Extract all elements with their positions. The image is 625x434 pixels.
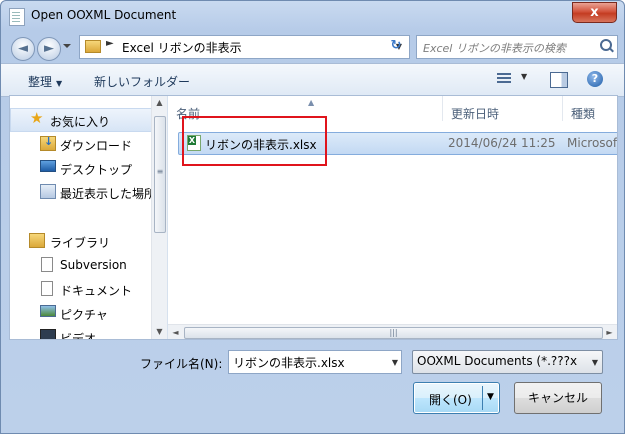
column-header-modified[interactable]: 更新日時 <box>443 96 563 121</box>
sidebar-item-label: ピクチャ <box>60 308 108 322</box>
filename-value[interactable]: リボンの非表示.xlsx <box>233 354 345 371</box>
title-bar: Open OOXML Document x <box>1 1 624 31</box>
close-button[interactable]: x <box>572 2 617 23</box>
video-icon <box>40 329 56 339</box>
file-list-horizontal-scrollbar[interactable]: ◄ ||| ► <box>168 324 617 339</box>
column-header-name[interactable]: 名前 ▲ <box>168 96 443 121</box>
sidebar-item-recent-places[interactable]: 最近表示した場所 <box>10 181 156 203</box>
scroll-left-arrow-icon[interactable]: ◄ <box>168 325 183 339</box>
filename-label: ファイル名(N): <box>140 357 223 371</box>
scrollbar-thumb[interactable]: ||| <box>184 327 603 339</box>
document-icon <box>41 257 53 272</box>
sidebar-item-label: Subversion <box>60 258 127 272</box>
desktop-icon <box>40 160 56 172</box>
sidebar-item-subversion[interactable]: Subversion <box>10 254 150 276</box>
breadcrumb-chevron-icon[interactable]: ► <box>106 38 114 49</box>
search-placeholder[interactable]: Excel リボンの非表示の検索 <box>423 40 566 56</box>
sidebar-item-documents[interactable]: ドキュメント <box>10 278 150 300</box>
navigation-pane: ★ お気に入り ダウンロード デスクトップ 最近表示した場所 ライブラリ <box>10 96 168 339</box>
open-options-chevron-icon[interactable]: ▼ <box>487 392 494 402</box>
file-type-value: OOXML Documents (*.???x; <box>417 354 577 368</box>
column-header-type[interactable]: 種類 <box>563 96 617 121</box>
organize-label: 整理 <box>28 75 53 89</box>
open-dialog-window: Open OOXML Document x ◄ ► ► Excel リボンの非表… <box>0 0 625 434</box>
help-icon[interactable]: ? <box>587 71 603 87</box>
star-icon: ★ <box>30 109 44 127</box>
new-folder-button[interactable]: 新しいフォルダー <box>94 73 190 90</box>
scroll-right-arrow-icon[interactable]: ► <box>602 325 617 339</box>
sidebar-item-label: デスクトップ <box>60 163 133 177</box>
dialog-footer: ファイル名(N): リボンの非表示.xlsx ▼ OOXML Documents… <box>1 339 624 433</box>
change-view-icon[interactable] <box>497 73 511 85</box>
dialog-document-icon <box>9 8 25 26</box>
sidebar-item-label: ライブラリ <box>50 236 111 250</box>
sidebar-item-videos[interactable]: ビデオ <box>10 326 150 339</box>
view-options-chevron-icon[interactable]: ▼ <box>521 72 527 81</box>
open-button[interactable]: 開く(O) ▼ <box>413 382 500 414</box>
downloads-icon <box>40 135 56 151</box>
sidebar-item-desktop[interactable]: デスクトップ <box>10 157 150 179</box>
organize-button[interactable]: 整理 ▼ <box>28 73 62 90</box>
scroll-up-arrow-icon[interactable]: ▲ <box>152 96 167 110</box>
folder-icon <box>85 40 101 53</box>
open-button-label: 開く(O) <box>429 393 472 407</box>
refresh-button[interactable]: ↻ <box>385 37 407 55</box>
navigation-bar: ◄ ► ► Excel リボンの非表示 ▼ ↻ Excel リボンの非表示の検索 <box>1 31 624 63</box>
chevron-down-icon: ▼ <box>56 79 63 88</box>
file-list-pane: 名前 ▲ 更新日時 種類 リボンの非表示.xlsx 2014/06/24 11:… <box>168 96 617 339</box>
sidebar-item-label: ダウンロード <box>60 139 133 153</box>
pictures-icon <box>40 305 56 317</box>
file-type-select[interactable]: OOXML Documents (*.???x; ▼ <box>412 350 603 374</box>
preview-pane-icon[interactable] <box>550 72 568 88</box>
address-bar[interactable]: ► Excel リボンの非表示 ▼ <box>79 35 410 59</box>
forward-button[interactable]: ► <box>37 37 61 61</box>
command-toolbar: 整理 ▼ 新しいフォルダー ▼ ? <box>1 63 624 97</box>
sidebar-item-label: お気に入り <box>50 115 111 129</box>
scrollbar-thumb[interactable]: ≡ <box>154 116 166 233</box>
browser-content: ★ お気に入り ダウンロード デスクトップ 最近表示した場所 ライブラリ <box>9 95 618 340</box>
file-name[interactable]: リボンの非表示.xlsx <box>205 136 317 153</box>
column-header-label: 名前 <box>176 107 201 121</box>
cancel-button[interactable]: キャンセル <box>514 382 602 414</box>
document-icon <box>41 281 53 296</box>
filename-input[interactable]: リボンの非表示.xlsx ▼ <box>228 350 402 374</box>
sidebar-item-label: 最近表示した場所 <box>60 187 157 201</box>
filename-history-chevron-icon[interactable]: ▼ <box>392 358 398 367</box>
library-icon <box>29 233 45 248</box>
sidebar-item-libraries[interactable]: ライブラリ <box>10 230 150 252</box>
breadcrumb-current-folder[interactable]: Excel リボンの非表示 <box>122 39 242 56</box>
split-divider <box>482 386 483 410</box>
scrollbar-grip-icon: ≡ <box>156 167 164 176</box>
sidebar-item-label: ビデオ <box>60 332 97 339</box>
search-box[interactable]: Excel リボンの非表示の検索 <box>416 35 618 59</box>
recent-locations-dropdown[interactable] <box>63 44 71 48</box>
excel-file-icon <box>187 135 201 151</box>
recent-places-icon <box>40 184 56 199</box>
scrollbar-grip-icon: ||| <box>389 328 398 337</box>
sort-ascending-icon: ▲ <box>308 98 315 107</box>
sidebar-item-pictures[interactable]: ピクチャ <box>10 302 150 324</box>
sidebar-item-downloads[interactable]: ダウンロード <box>10 133 150 155</box>
navigation-pane-scrollbar[interactable]: ▲ ≡ ▼ <box>151 96 167 339</box>
chevron-down-icon: ▼ <box>591 358 598 367</box>
scroll-down-arrow-icon[interactable]: ▼ <box>152 325 167 339</box>
sidebar-item-label: ドキュメント <box>60 284 133 298</box>
back-button[interactable]: ◄ <box>11 37 35 61</box>
file-modified-date: 2014/06/24 11:25 <box>448 136 556 150</box>
file-type: Microsoft <box>567 136 617 150</box>
sidebar-item-favorites[interactable]: ★ お気に入り <box>10 108 152 132</box>
dialog-title: Open OOXML Document <box>31 8 177 22</box>
search-icon[interactable] <box>600 39 612 51</box>
table-row[interactable]: リボンの非表示.xlsx 2014/06/24 11:25 Microsoft <box>178 132 617 155</box>
